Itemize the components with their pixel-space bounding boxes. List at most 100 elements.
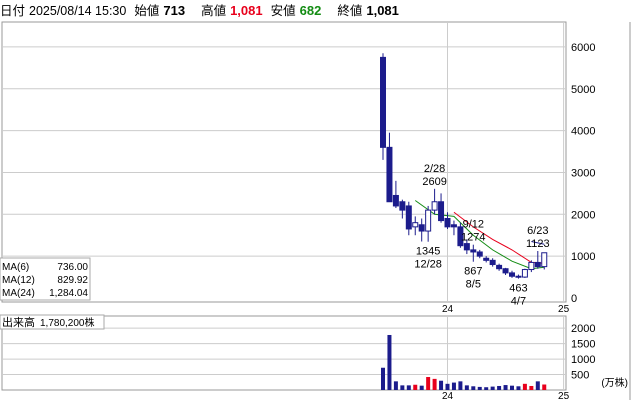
candle-body <box>392 194 399 207</box>
price-tick-label: 6000 <box>571 42 595 54</box>
volume-bar <box>451 382 456 390</box>
candle-body <box>515 275 522 278</box>
volume-bar <box>406 385 411 390</box>
annotation-date: 6/23 <box>527 225 548 237</box>
volume-bar <box>419 385 424 390</box>
candle-body <box>444 217 451 228</box>
x-tick-label: 24 <box>442 304 454 315</box>
price-tick-label: 4000 <box>571 126 595 138</box>
volume-bar <box>542 384 547 390</box>
volume-bar <box>529 385 534 390</box>
volume-bar <box>445 383 450 390</box>
x-tick-label: 25 <box>558 391 570 400</box>
date-value: 2025/08/14 15:30 <box>29 4 127 18</box>
low-label: 安値 <box>270 4 296 18</box>
low-value: 682 <box>299 3 322 18</box>
annotation-date: 9/12 <box>463 219 484 231</box>
ma-legend: MA(6) 736.00 MA(12) 829.92 MA(24) 1,284.… <box>0 257 91 301</box>
close-label: 終値 <box>337 4 363 18</box>
ma6-label: MA(6) <box>2 262 29 273</box>
volume-bar <box>458 381 463 390</box>
annotation-value: 463 <box>509 283 527 295</box>
open-label: 始値 <box>134 4 160 18</box>
high-value: 1,081 <box>230 3 263 18</box>
volume-tick-label: 1000 <box>571 354 595 366</box>
volume-bar <box>387 334 392 390</box>
volume-bar <box>490 386 495 390</box>
volume-bar <box>497 385 502 390</box>
volume-bar <box>432 378 437 390</box>
candle-body <box>386 146 393 203</box>
price-tick-label: 0 <box>571 293 577 305</box>
candle-body <box>463 243 470 251</box>
price-tick-label: 1000 <box>571 251 595 263</box>
candle-body <box>470 249 477 253</box>
candle-body <box>496 264 503 270</box>
volume-bar <box>393 381 398 390</box>
candle-body <box>489 259 496 266</box>
high-label: 高値 <box>201 4 227 18</box>
candle-body <box>528 261 535 271</box>
ma12-label: MA(12) <box>2 275 35 286</box>
volume-tick-label: 500 <box>571 370 589 382</box>
annotation-date: 2/28 <box>424 163 445 175</box>
annotation-value: 1274 <box>461 232 485 244</box>
candle-body <box>438 201 445 222</box>
volume-bar <box>400 385 405 390</box>
volume-bar <box>503 385 508 390</box>
candle-body <box>534 261 541 268</box>
candle-body <box>418 224 425 232</box>
volume-bar <box>426 377 431 390</box>
candle-body <box>483 257 490 261</box>
candle-body <box>380 56 386 148</box>
candle-body <box>541 252 548 268</box>
candle-body <box>425 209 432 232</box>
price-tick-label: 2000 <box>571 209 595 221</box>
volume-bar <box>510 385 514 390</box>
open-value: 713 <box>163 3 186 18</box>
ma12-value: 829.92 <box>57 275 88 286</box>
candle-body <box>521 269 528 278</box>
candle-body <box>431 201 438 211</box>
candle-body <box>450 224 457 228</box>
annotation-value: 2609 <box>422 176 446 188</box>
candle-body <box>509 272 515 277</box>
annotation-date: 8/5 <box>466 279 481 291</box>
candle-body <box>502 268 509 274</box>
ma24-label: MA(24) <box>2 288 35 299</box>
close-value: 1,081 <box>366 3 399 18</box>
ma24-value: 1,284.04 <box>49 288 88 299</box>
volume-bar <box>477 386 482 390</box>
volume-unit: (万株) <box>601 376 628 389</box>
candle-body <box>412 222 419 228</box>
volume-bar <box>413 384 418 390</box>
annotation-value: 867 <box>464 266 482 278</box>
annotation-date: 4/7 <box>511 296 526 308</box>
x-tick-label: 25 <box>558 304 570 315</box>
volume-bar <box>464 385 469 390</box>
volume-bar <box>381 367 385 390</box>
volume-tick-label: 2000 <box>571 323 595 335</box>
x-tick-label: 24 <box>442 391 454 400</box>
price-tick-label: 3000 <box>571 167 595 179</box>
candle-body <box>399 201 406 211</box>
annotation-value: 1123 <box>526 238 550 250</box>
volume-bar <box>484 387 489 390</box>
candle-body <box>476 251 483 257</box>
stock-chart: 2/282609 134512/28 9/121274 8678/5 6/231123 4… <box>0 21 631 400</box>
volume-bar <box>522 383 527 390</box>
volume-bar <box>471 386 476 390</box>
volume-label: 出来高 <box>2 315 35 329</box>
price-header: 日付 2025/08/14 15:30 始値 713 高値 1,081 安値 682 終値 1,0… <box>0 0 631 22</box>
candle-body <box>405 205 412 230</box>
volume-value: 1,780,200株 <box>40 316 95 329</box>
annotation-date: 12/28 <box>414 259 442 271</box>
price-tick-label: 5000 <box>571 84 595 96</box>
volume-bar <box>439 380 444 390</box>
volume-bar <box>516 386 521 390</box>
volume-tick-label: 1500 <box>571 339 595 351</box>
annotation-value: 1345 <box>416 246 440 258</box>
volume-bar <box>535 381 540 390</box>
ma6-value: 736.00 <box>57 262 88 273</box>
date-label: 日付 <box>0 4 26 18</box>
